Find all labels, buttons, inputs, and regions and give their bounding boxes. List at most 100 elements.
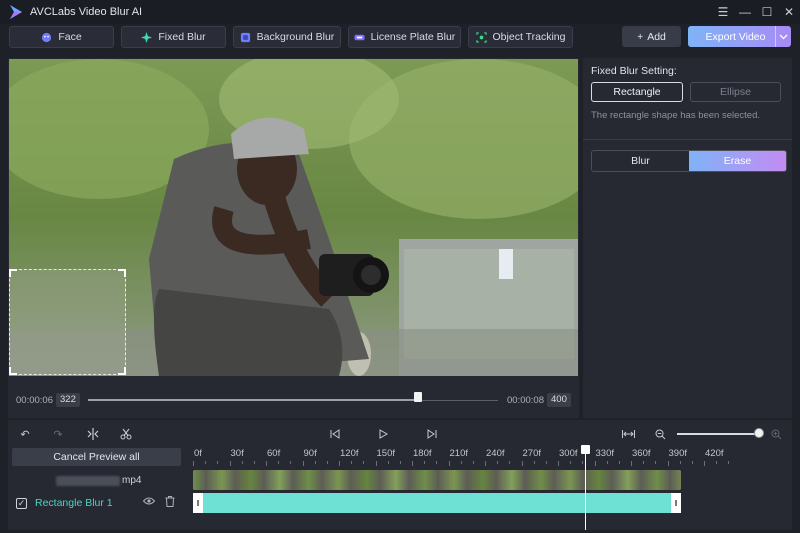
- plus-icon: +: [637, 30, 644, 43]
- fixed-blur-mode-button[interactable]: Fixed Blur: [121, 26, 226, 48]
- ruler-tick: [217, 461, 219, 464]
- blur-option[interactable]: Blur: [592, 151, 689, 171]
- ruler-tick: [229, 461, 231, 466]
- video-thumbnail: [222, 470, 252, 490]
- timeline-ruler[interactable]: 0f 30f 60f 90f 120f 150f 180f 210f 240f 270f 300f 3…: [193, 446, 783, 466]
- object-tracking-icon: [475, 31, 487, 43]
- ruler-tick: [728, 461, 730, 464]
- erase-option[interactable]: Erase: [689, 151, 786, 171]
- ruler-label: 30f: [230, 448, 244, 459]
- video-thumbnail: [280, 470, 310, 490]
- add-button[interactable]: + Add: [622, 26, 681, 47]
- video-thumbnail: [454, 470, 484, 490]
- resize-handle-bottom-left[interactable]: [9, 367, 17, 375]
- background-blur-mode-button[interactable]: Background Blur: [233, 26, 341, 48]
- end-frame-box[interactable]: 400: [547, 393, 571, 407]
- object-tracking-mode-label: Object Tracking: [492, 31, 566, 43]
- rectangle-shape-button[interactable]: Rectangle: [591, 82, 683, 102]
- track-trim-start-handle[interactable]: ‖: [193, 493, 203, 513]
- object-tracking-mode-button[interactable]: Object Tracking: [468, 26, 573, 48]
- ruler-label: 120f: [340, 448, 359, 459]
- ruler-label: 240f: [486, 448, 505, 459]
- background-blur-icon: [240, 32, 250, 42]
- chevron-down-icon[interactable]: [775, 26, 791, 47]
- video-thumbnail-strip[interactable]: [193, 470, 681, 490]
- track-trim-end-handle[interactable]: ‖: [671, 493, 681, 513]
- fit-timeline-icon[interactable]: [620, 426, 636, 442]
- next-frame-icon[interactable]: [424, 426, 440, 442]
- video-thumbnail: [396, 470, 426, 490]
- license-plate-blur-mode-button[interactable]: License Plate Blur: [348, 26, 461, 48]
- undo-icon[interactable]: ↶: [17, 426, 33, 442]
- trash-icon[interactable]: [165, 496, 175, 507]
- export-video-button[interactable]: Export Video: [688, 26, 791, 47]
- file-name-suffix: mp4: [122, 475, 142, 486]
- ruler-tick: [643, 461, 645, 464]
- add-button-label: Add: [647, 30, 666, 43]
- zoom-in-icon[interactable]: [768, 426, 784, 442]
- ruler-tick: [606, 461, 608, 464]
- ruler-label: 0f: [194, 448, 202, 459]
- track-name[interactable]: Rectangle Blur 1: [35, 497, 113, 509]
- ruler-label: 180f: [413, 448, 432, 459]
- ruler-tick: [533, 461, 535, 464]
- split-icon[interactable]: [85, 426, 101, 442]
- zoom-slider-handle[interactable]: [754, 428, 764, 438]
- minimize-icon[interactable]: —: [734, 0, 756, 24]
- zoom-out-icon[interactable]: [652, 426, 668, 442]
- scrub-progress: [88, 399, 418, 401]
- ruler-tick: [679, 461, 681, 464]
- end-time: 00:00:08: [507, 395, 544, 406]
- play-icon[interactable]: [375, 426, 391, 442]
- ruler-tick: [509, 461, 511, 464]
- video-thumbnail: [541, 470, 571, 490]
- ruler-tick: [339, 461, 340, 466]
- export-video-label: Export Video: [705, 30, 766, 43]
- ruler-label: 60f: [267, 448, 281, 459]
- ruler-tick: [460, 461, 462, 464]
- ruler-tick: [314, 461, 316, 464]
- menu-icon[interactable]: ☰: [712, 0, 734, 24]
- ruler-tick: [241, 461, 243, 464]
- scrub-handle[interactable]: [414, 392, 422, 402]
- zoom-slider-track[interactable]: [677, 433, 761, 435]
- ellipse-shape-button[interactable]: Ellipse: [690, 82, 781, 102]
- track-checkbox[interactable]: ✓: [16, 497, 27, 509]
- ruler-tick: [716, 461, 718, 464]
- ruler-label: 90f: [303, 448, 317, 459]
- playhead-handle[interactable]: [581, 445, 590, 454]
- face-icon: [42, 32, 52, 42]
- previous-frame-icon[interactable]: [327, 426, 343, 442]
- current-frame-box[interactable]: 322: [56, 393, 80, 407]
- ruler-tick: [667, 461, 669, 466]
- ruler-tick: [704, 461, 705, 466]
- ruler-label: 150f: [376, 448, 396, 459]
- ruler-tick: [205, 461, 207, 464]
- video-thumbnail: [599, 470, 629, 490]
- resize-handle-top-left[interactable]: [9, 269, 17, 277]
- blur-effect-track[interactable]: ‖ ‖: [193, 493, 681, 513]
- blur-rectangle-selection[interactable]: [9, 269, 126, 375]
- face-mode-button[interactable]: Face: [9, 26, 114, 48]
- eye-icon[interactable]: [143, 496, 155, 506]
- cancel-preview-all-button[interactable]: Cancel Preview all: [12, 448, 181, 466]
- background-blur-mode-label: Background Blur: [256, 31, 335, 43]
- mode-toolbar: Face Fixed Blur Background Blur License …: [0, 24, 800, 48]
- resize-handle-top-right[interactable]: [118, 269, 126, 277]
- blur-erase-toggle: Blur Erase: [591, 150, 787, 172]
- video-thumbnail: [193, 470, 223, 490]
- cut-icon[interactable]: [118, 426, 134, 442]
- maximize-icon[interactable]: ☐: [756, 0, 778, 24]
- ruler-tick: [387, 461, 389, 464]
- ruler-tick: [570, 461, 572, 464]
- fixed-blur-mode-label: Fixed Blur: [158, 31, 206, 43]
- playhead-line[interactable]: [585, 446, 586, 530]
- fixed-blur-icon: [141, 31, 153, 43]
- ruler-tick: [302, 461, 304, 466]
- resize-handle-bottom-right[interactable]: [118, 367, 126, 375]
- close-icon[interactable]: ✕: [778, 0, 800, 24]
- ruler-tick: [436, 461, 438, 464]
- redo-icon[interactable]: ↷: [50, 426, 66, 442]
- ruler-tick: [472, 461, 474, 464]
- ruler-label: 270f: [522, 448, 542, 459]
